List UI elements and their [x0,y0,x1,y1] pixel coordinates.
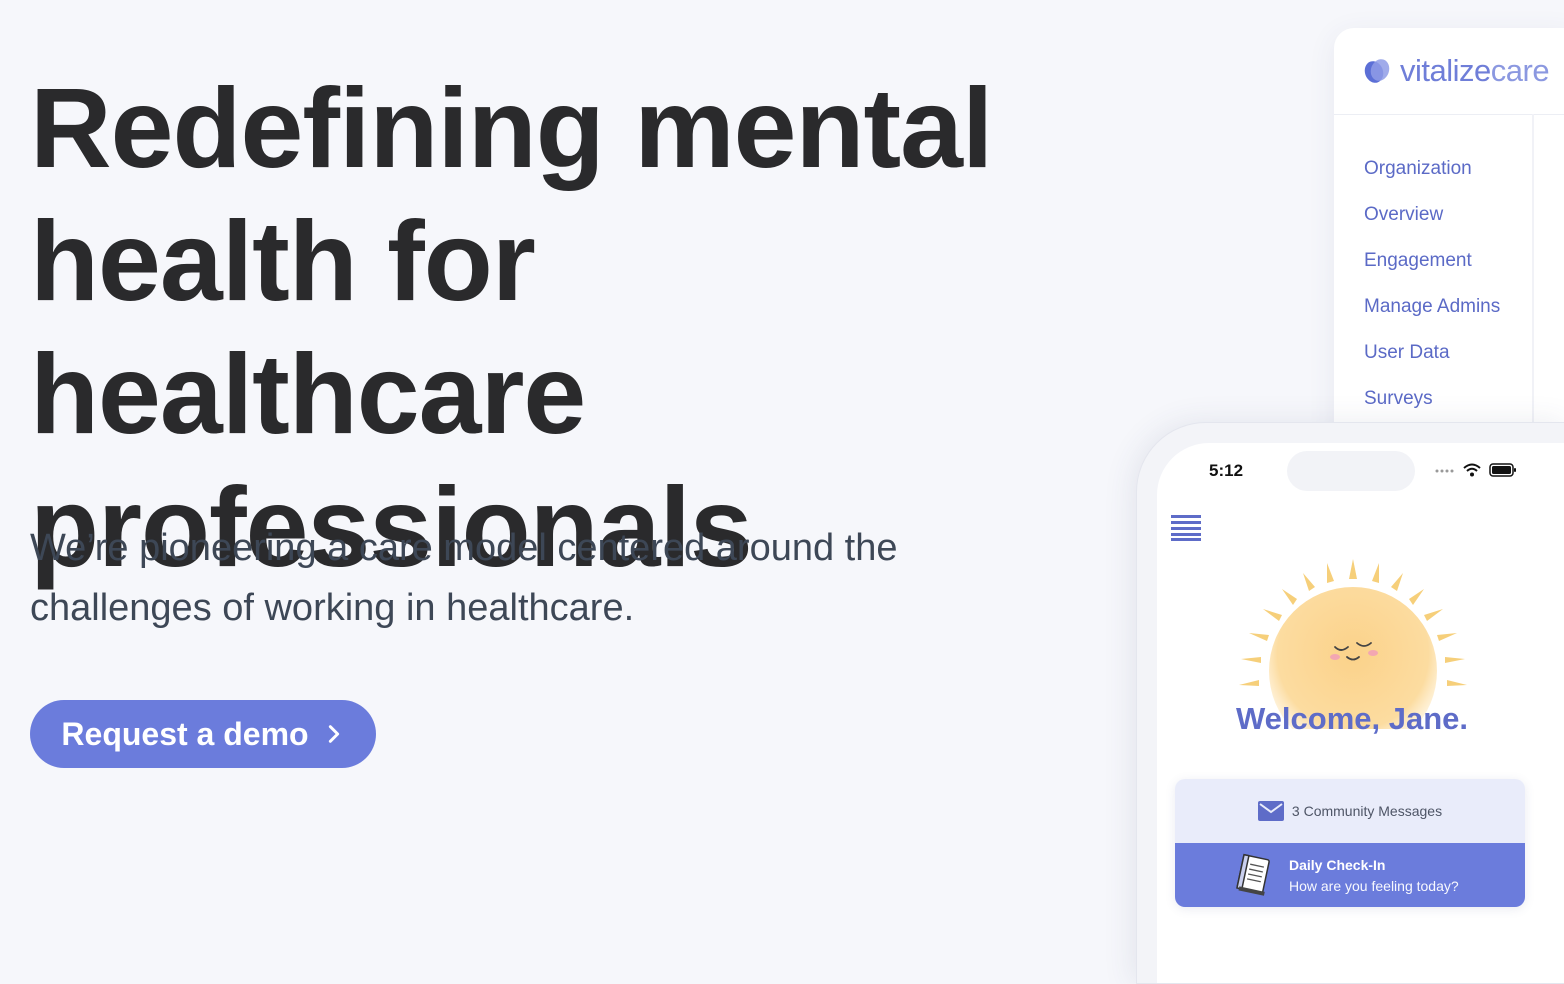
logo-icon [1364,59,1390,83]
daily-checkin-title: Daily Check-In [1289,856,1386,873]
menu-icon[interactable] [1171,513,1203,541]
nav-item-user-data[interactable]: User Data [1364,340,1500,386]
battery-icon [1489,463,1516,477]
dashboard-header: vitalizecare [1334,28,1564,115]
hero-title: Redefining mental health for healthcare … [30,65,993,590]
daily-checkin-text: Daily Check-In How are you feeling today… [1289,857,1459,894]
admin-dashboard-panel: vitalizecare Organization Overview Engag… [1334,28,1564,448]
home-card: 3 Community Messages Daily Check-In How … [1175,779,1525,907]
nav-item-organization[interactable]: Organization [1364,156,1500,202]
signal-icon [1435,469,1454,473]
dashboard-nav: Organization Overview Engagement Manage … [1364,156,1500,432]
logo-text-care: care [1490,53,1550,88]
phone-screen: 5:12 Welcome, Jane. 3 Community Messages… [1157,443,1564,983]
nav-item-engagement[interactable]: Engagement [1364,248,1500,294]
request-demo-button[interactable]: Request a demo [30,700,376,768]
daily-checkin-subtitle: How are you feeling today? [1289,877,1459,894]
status-time: 5:12 [1209,461,1244,480]
community-messages-label: 3 Community Messages [1291,803,1443,819]
phone-mockup: 5:12 Welcome, Jane. 3 Community Messages… [1136,422,1564,984]
journal-icon [1236,853,1270,896]
daily-checkin-row[interactable]: Daily Check-In How are you feeling today… [1175,843,1525,907]
status-icons [1435,463,1517,477]
dynamic-island [1287,451,1415,491]
nav-item-manage-admins[interactable]: Manage Admins [1364,294,1500,340]
wifi-icon [1463,463,1481,477]
hero-subtitle: We’re pioneering a care model centered a… [30,527,898,629]
nav-item-overview[interactable]: Overview [1364,202,1500,248]
logo-wordmark[interactable]: vitalizecare [1400,53,1550,89]
request-demo-label: Request a demo [61,715,309,752]
logo-text-vitalize: vitalize [1400,53,1491,88]
mail-icon [1257,801,1284,821]
chevron-right-icon [328,725,339,743]
welcome-heading: Welcome, Jane. [1235,701,1469,736]
sidebar-divider [1532,114,1534,448]
community-messages-row[interactable]: 3 Community Messages [1175,779,1525,843]
